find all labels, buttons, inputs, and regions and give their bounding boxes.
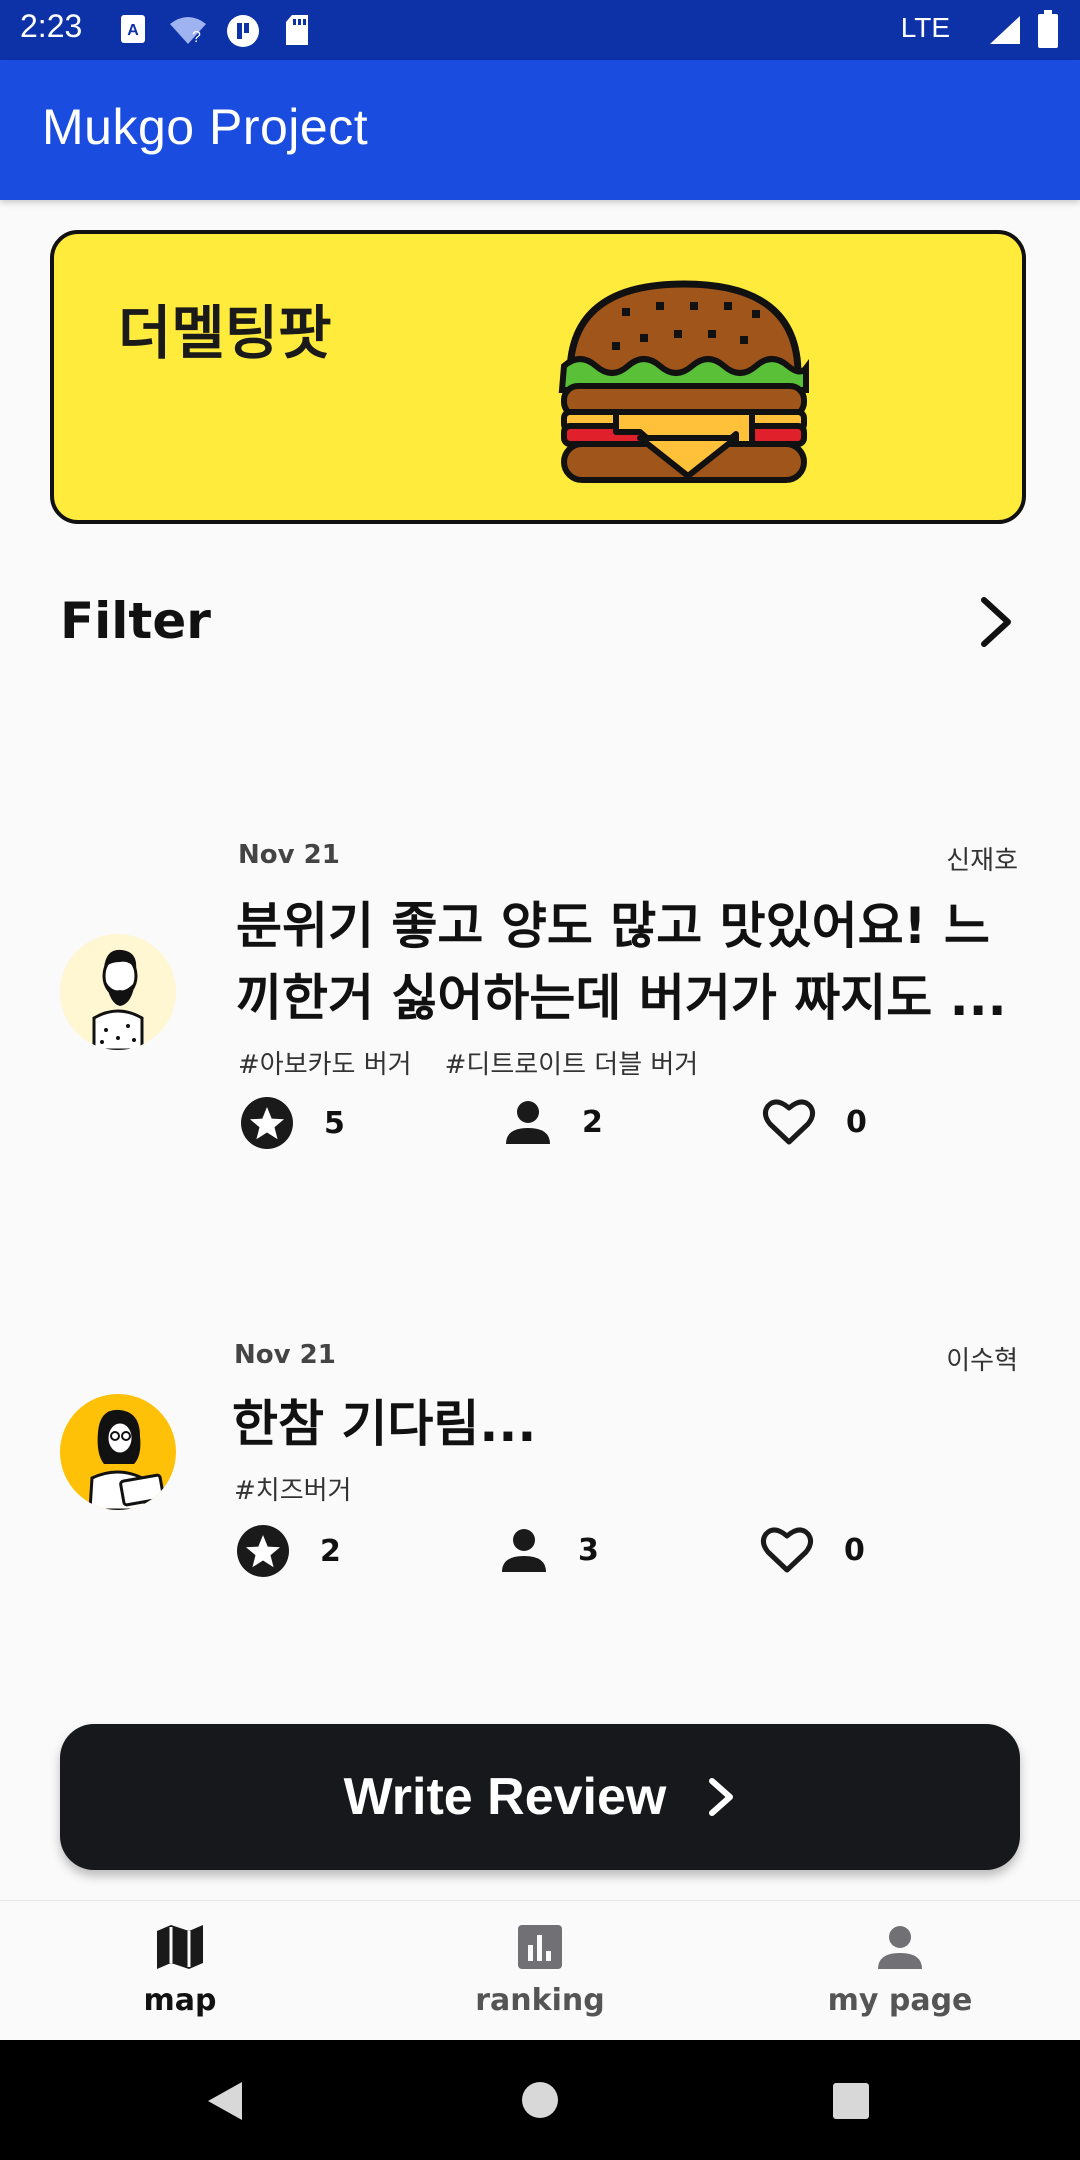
review-date: Nov 21 bbox=[238, 840, 340, 870]
review-tags: #아보카도 버거 #디트로이트 더블 버거 bbox=[238, 1050, 699, 1080]
sd-card-icon bbox=[286, 15, 308, 45]
chevron-right-icon[interactable] bbox=[972, 594, 1020, 650]
restaurant-banner: 더멜팅팟 bbox=[50, 230, 1026, 524]
burger-icon bbox=[558, 280, 809, 483]
network-type: LTE bbox=[900, 12, 950, 43]
person-icon bbox=[502, 1529, 546, 1572]
nav-item-my-page[interactable]: my page bbox=[780, 1923, 1020, 2018]
chevron-right-icon bbox=[709, 1778, 734, 1816]
review-body: 한참 기다림... bbox=[232, 1395, 537, 1453]
app-notification-icon bbox=[227, 15, 259, 47]
heart-icon[interactable] bbox=[760, 1526, 814, 1574]
likes-stat[interactable]: 0 bbox=[762, 1098, 867, 1146]
star-icon bbox=[241, 1097, 293, 1149]
nav-label-my-page: my page bbox=[827, 1983, 973, 2018]
person-icon bbox=[878, 1926, 922, 1969]
battery-icon bbox=[1038, 10, 1058, 48]
home-icon[interactable] bbox=[520, 2080, 560, 2120]
review-body: 분위기 좋고 양도 많고 맛있어요! 느끼한거 싫어하는데 버거가 짜지도 ..… bbox=[236, 897, 1007, 1027]
accessibility-notification-icon: A bbox=[121, 15, 145, 43]
review-card[interactable]: Nov 21 신재호 분위기 좋고 양도 많고 맛있어요! 느끼한거 싫어하는데… bbox=[0, 820, 1080, 1160]
restaurant-name: 더멜팅팟 bbox=[118, 299, 332, 367]
likes-stat[interactable]: 0 bbox=[760, 1526, 865, 1574]
app-title: Mukgo Project bbox=[42, 99, 369, 155]
write-review-button[interactable]: Write Review bbox=[60, 1724, 1020, 1870]
likes-count: 0 bbox=[846, 1104, 867, 1140]
star-icon bbox=[237, 1525, 289, 1577]
rating-value: 5 bbox=[324, 1105, 345, 1141]
nav-label-ranking: ranking bbox=[475, 1983, 605, 2018]
rating-value: 2 bbox=[320, 1533, 341, 1569]
bottom-navigation: map ranking my page bbox=[0, 1900, 1080, 2041]
person-icon bbox=[506, 1101, 550, 1144]
people-stat: 2 bbox=[504, 1098, 603, 1146]
review-author: 신재호 bbox=[946, 846, 1018, 876]
avatar bbox=[60, 1394, 176, 1510]
nav-label-map: map bbox=[143, 1983, 217, 2018]
app-bar: Mukgo Project bbox=[0, 60, 1080, 200]
filter-row[interactable]: Filter bbox=[60, 580, 1020, 660]
system-navigation-bar bbox=[0, 2040, 1080, 2160]
wifi-unknown-icon: ? bbox=[170, 17, 206, 46]
review-tags: #치즈버거 bbox=[234, 1476, 352, 1506]
map-icon bbox=[157, 1925, 203, 1969]
user-avatar-icon bbox=[88, 1409, 165, 1510]
heart-icon[interactable] bbox=[762, 1098, 816, 1146]
likes-count: 0 bbox=[844, 1532, 865, 1568]
nav-item-ranking[interactable]: ranking bbox=[420, 1923, 660, 2018]
review-author: 이수혁 bbox=[946, 1346, 1018, 1376]
review-card[interactable]: Nov 21 이수혁 한참 기다림... #치즈버거 2 3 0 bbox=[0, 1320, 1080, 1600]
avatar bbox=[60, 934, 176, 1050]
status-bar: 2:23 A ? LTE bbox=[0, 0, 1080, 60]
review-date: Nov 21 bbox=[234, 1340, 336, 1370]
back-icon[interactable] bbox=[204, 2080, 244, 2122]
rating-stat: 2 bbox=[236, 1524, 341, 1578]
nav-item-map[interactable]: map bbox=[60, 1923, 300, 2018]
user-avatar-icon bbox=[92, 949, 144, 1050]
people-stat: 3 bbox=[500, 1526, 599, 1574]
rating-stat: 5 bbox=[240, 1096, 345, 1150]
people-count: 2 bbox=[582, 1104, 603, 1140]
svg-text:?: ? bbox=[192, 29, 201, 46]
svg-text:A: A bbox=[127, 22, 139, 39]
status-time: 2:23 bbox=[20, 8, 83, 44]
recents-icon[interactable] bbox=[832, 2082, 870, 2120]
signal-icon bbox=[990, 16, 1020, 44]
bar-chart-icon bbox=[518, 1925, 562, 1969]
write-review-label: Write Review bbox=[343, 1768, 667, 1826]
filter-label: Filter bbox=[60, 592, 211, 650]
people-count: 3 bbox=[578, 1532, 599, 1568]
